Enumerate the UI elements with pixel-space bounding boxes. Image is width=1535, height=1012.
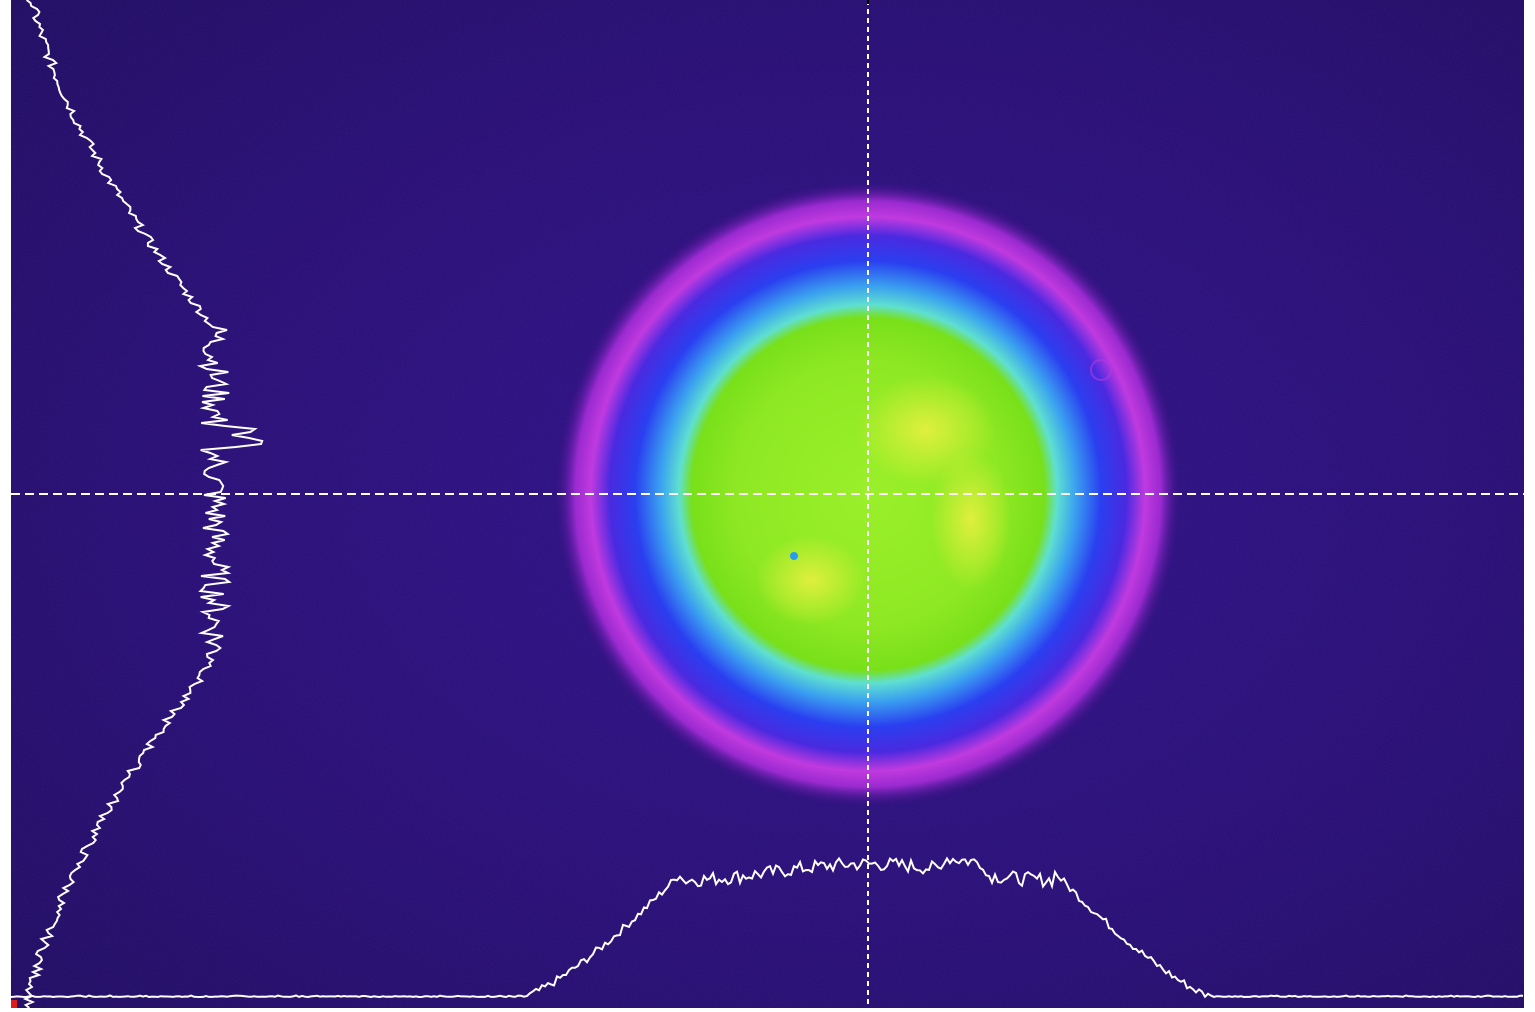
beam-profiler-viewer [0,0,1535,1012]
beam-hotspot-right [931,450,1011,590]
viewer-right-border [1524,0,1535,1012]
beam-image-svg[interactable] [11,0,1524,1008]
viewer-left-border [0,0,11,1012]
beam-artifact-dot [790,552,798,560]
beam-hotspot-lower-left [756,535,866,625]
red-square-icon [11,1000,17,1008]
beam-image-canvas[interactable] [11,0,1524,1008]
